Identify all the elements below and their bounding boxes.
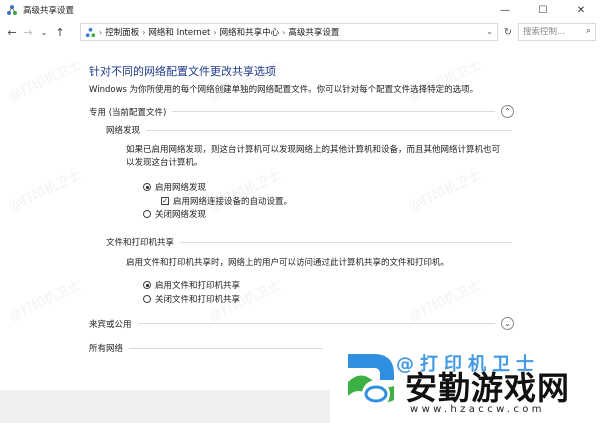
page-title: 针对不同的网络配置文件更改共享选项 [89, 65, 276, 78]
network-breadcrumb-icon [85, 27, 96, 37]
page-description: Windows 为你所使用的每个网络创建单独的网络配置文件。你可以针对每个配置文… [89, 85, 479, 95]
bottom-bar [0, 390, 330, 423]
brand-url: www.hzaccw.com [410, 404, 545, 415]
file-printer-sharing-heading: 文件和打印机共享 [106, 238, 175, 248]
search-input[interactable] [523, 27, 583, 37]
breadcrumb-control-panel[interactable]: 控制面板 [105, 26, 139, 38]
option-label: 启用网络发现 [155, 183, 207, 193]
radio-unselected-icon [143, 295, 151, 303]
address-bar[interactable]: › 控制面板 › 网络和 Internet › 网络和共享中心 › 高级共享设置… [80, 23, 498, 41]
breadcrumb-separator: › [282, 27, 286, 37]
disable-network-discovery-radio[interactable]: 关闭网络发现 [143, 208, 206, 220]
divider [146, 129, 512, 131]
back-button[interactable]: ← [4, 26, 20, 39]
watermark-text: @打印机卫士 [206, 168, 284, 215]
divider [180, 241, 512, 243]
divider [137, 323, 495, 324]
chevron-down-icon[interactable]: ⌄ [501, 317, 514, 330]
forward-button[interactable]: → [20, 26, 36, 39]
network-app-icon [7, 5, 17, 15]
watermark-text: @打印机卫士 [6, 168, 84, 215]
search-icon: ⌕ [585, 26, 591, 36]
disable-file-printer-sharing-radio[interactable]: 关闭文件和打印机共享 [143, 293, 240, 305]
breadcrumb-network-internet[interactable]: 网络和 Internet [148, 26, 210, 38]
refresh-button[interactable]: ↻ [500, 23, 516, 41]
title-bar: 高级共享设置 — ☐ ✕ [0, 0, 600, 20]
breadcrumb-network-sharing-center[interactable]: 网络和共享中心 [220, 26, 280, 38]
window-title: 高级共享设置 [23, 6, 75, 16]
network-discovery-heading: 网络发现 [106, 126, 141, 136]
all-networks-header[interactable]: 所有网络 [89, 342, 329, 354]
radio-selected-icon [143, 183, 151, 191]
file-printer-sharing-description: 启用文件和打印机共享时，网络上的用户可以访问通过此计算机共享的文件和打印机。 [126, 258, 450, 268]
option-label: 关闭文件和打印机共享 [155, 295, 241, 305]
watermark-text: @打印机卫士 [6, 278, 84, 325]
brand-logo-icon [348, 354, 394, 408]
option-label: 启用网络连接设备的自动设置。 [173, 197, 293, 207]
address-dropdown-icon[interactable]: ⌄ [486, 27, 493, 36]
network-discovery-description: 如果已启用网络发现，则这台计算机可以发现网络上的其他计算机和设备，而且其他网络计… [126, 145, 501, 168]
radio-selected-icon [143, 281, 151, 289]
private-profile-header[interactable]: 专用 (当前配置文件) ⌃ [89, 105, 514, 118]
chevron-up-icon[interactable]: ⌃ [501, 105, 514, 118]
option-label: 关闭网络发现 [155, 210, 207, 220]
checkbox-checked-icon: ✓ [161, 197, 169, 205]
option-label: 启用文件和打印机共享 [155, 281, 241, 291]
up-button[interactable]: ↑ [52, 26, 68, 39]
enable-file-printer-sharing-radio[interactable]: 启用文件和打印机共享 [143, 279, 240, 291]
search-box[interactable]: ⌕ [518, 23, 596, 41]
guest-public-profile-header[interactable]: 来宾或公用 ⌄ [89, 317, 514, 330]
close-button[interactable]: ✕ [562, 0, 600, 20]
radio-unselected-icon [143, 210, 151, 218]
breadcrumb-separator: › [213, 27, 217, 37]
maximize-button[interactable]: ☐ [524, 0, 562, 20]
watermark-text: @打印机卫士 [406, 58, 484, 105]
enable-network-discovery-radio[interactable]: 启用网络发现 [143, 181, 206, 193]
network-discovery-header: 网络发现 [106, 124, 512, 136]
watermark-text: @打印机卫士 [406, 168, 484, 215]
breadcrumb-separator: › [142, 27, 146, 37]
guest-public-label: 来宾或公用 [89, 319, 132, 330]
watermark-text: @打印机卫士 [206, 58, 284, 105]
all-networks-label: 所有网络 [89, 344, 124, 354]
minimize-button[interactable]: — [486, 0, 524, 20]
divider [172, 111, 495, 112]
breadcrumb-separator: › [99, 27, 103, 37]
auto-setup-devices-checkbox[interactable]: ✓ 启用网络连接设备的自动设置。 [161, 195, 292, 207]
refresh-icon: ↻ [503, 26, 513, 38]
divider [129, 347, 323, 349]
watermark-text: @打印机卫士 [6, 58, 84, 105]
recent-locations-button[interactable]: ⌄ [36, 28, 52, 37]
breadcrumb-advanced-sharing[interactable]: 高级共享设置 [288, 26, 339, 38]
private-profile-label: 专用 (当前配置文件) [89, 107, 167, 118]
file-printer-sharing-header: 文件和打印机共享 [106, 236, 512, 248]
navigation-bar: ← → ⌄ ↑ › 控制面板 › 网络和 Internet › 网络和共享中心 … [0, 20, 600, 44]
brand-logo-text: 安勤游戏网 [405, 369, 571, 407]
